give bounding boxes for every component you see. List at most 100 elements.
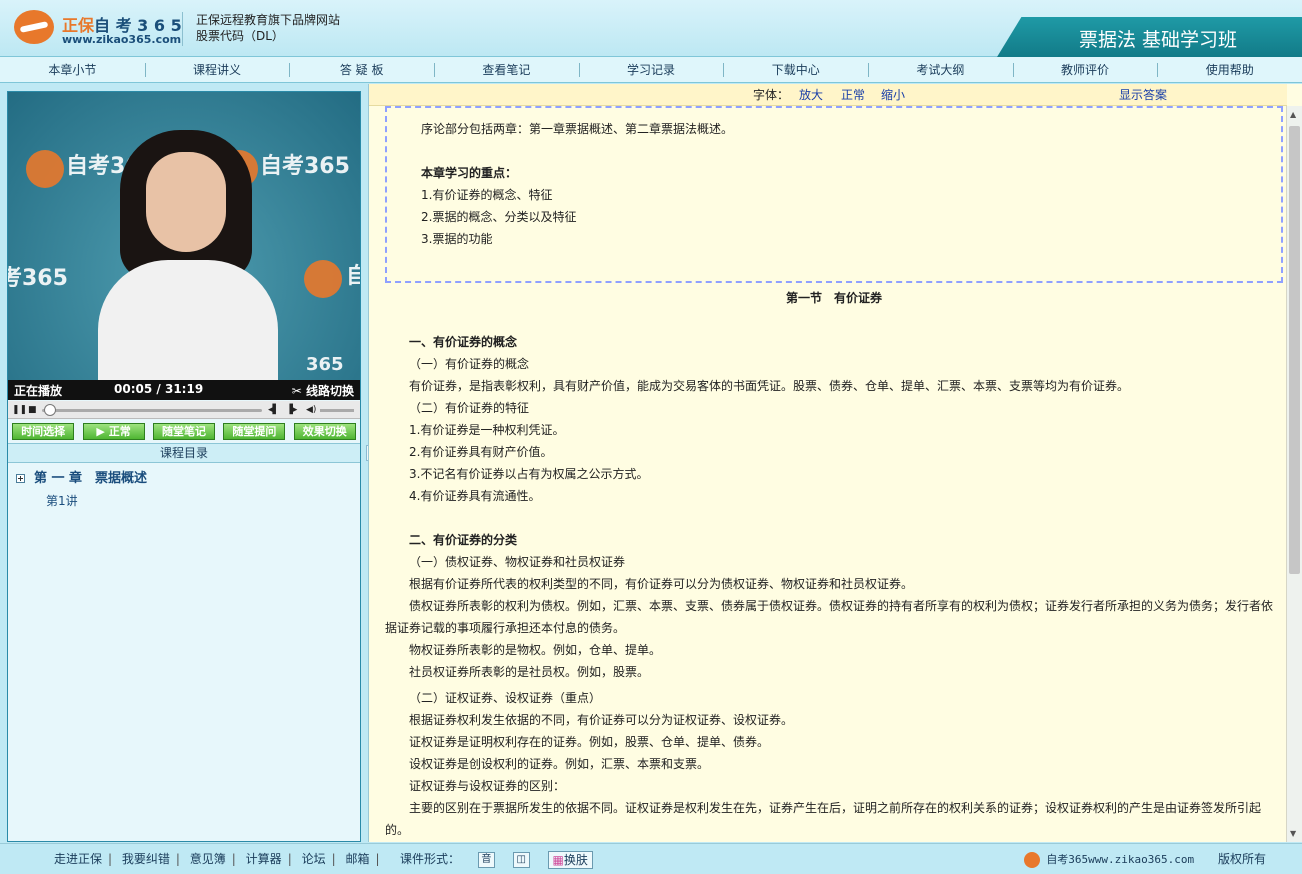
playback-status: 正在播放 (14, 384, 63, 398)
nav-study-records[interactable]: 学习记录 (578, 57, 724, 82)
progress-track[interactable] (42, 409, 262, 412)
tagline-line1: 正保远程教育旗下品牌网站 (196, 13, 341, 27)
volume-slider[interactable] (320, 409, 354, 412)
footer-right: 自考365www.zikao365.com 版权所有 (1024, 844, 1266, 874)
nav-teacher-review[interactable]: 教师评价 (1012, 57, 1158, 82)
show-answer-link[interactable]: 显示答案 (1119, 84, 1167, 106)
watermark-logo-icon (26, 150, 64, 188)
course-title: 票据法 基础学习班 (1079, 29, 1238, 51)
site-logo[interactable]: 正保自 考 3 6 5 www.zikao365.com (14, 8, 184, 48)
list-item: 2.有价证券具有财产价值。 (409, 445, 553, 459)
catalog-chapter[interactable]: 第 一 章 票据概述 (8, 468, 360, 490)
skin-grid-icon: ▦ (552, 852, 564, 867)
subheading: （二）有价证券的特征 (409, 401, 530, 415)
subheading: （一）有价证券的概念 (409, 357, 530, 371)
catalog-title: 课程目录 (8, 443, 360, 463)
tagline-line2: 股票代码（DL） (196, 29, 284, 43)
focus-item: 1.有价证券的概念、特征 (421, 188, 553, 202)
paragraph: 设权证券是创设权利的证券。例如，汇票、本票和支票。 (409, 757, 710, 771)
nav-chapter-summary[interactable]: 本章小节 (0, 57, 145, 82)
footer-link-calculator[interactable]: 计算器 (246, 852, 282, 866)
chapter-label: 第 一 章 票据概述 (34, 471, 148, 486)
paragraph: 根据有价证券所代表的权利类型的不同，有价证券可以分为债权证券、物权证券和社员权证… (409, 577, 914, 591)
nav-help[interactable]: 使用帮助 (1157, 57, 1302, 82)
paragraph: 社员权证券所表彰的是社员权。例如，股票。 (409, 665, 650, 679)
paragraph: 证权证券是证明权利存在的证券。例如，股票、仓单、提单、债券。 (409, 735, 770, 749)
site-footer: 走进正保 | 我要纠错 | 意见簿 | 计算器 | 论坛 | 邮箱 | 课件形式： 音 ◫ … (0, 843, 1302, 874)
nav-qa-board[interactable]: 答 疑 板 (289, 57, 434, 82)
header-tagline: 正保远程教育旗下品牌网站 股票代码（DL） (196, 12, 340, 44)
footer-link-mail[interactable]: 邮箱 (345, 852, 369, 866)
course-title-banner: 票据法 基础学习班 (997, 17, 1302, 57)
class-notes-button[interactable]: 随堂笔记 (152, 422, 215, 440)
catalog-tree: 第 一 章 票据概述 第1讲 (8, 468, 360, 512)
video-status-bar: 正在播放 00:05 / 31:19 ✂ 线路切换 (8, 380, 360, 400)
expand-icon[interactable] (16, 474, 25, 483)
scroll-up-icon[interactable]: ▲ (1290, 110, 1296, 119)
font-larger-link[interactable]: 放大 (799, 84, 823, 106)
paragraph: 根据证券权利发生依据的不同，有价证券可以分为证权证券、设权证券。 (409, 713, 794, 727)
heading: 一、有价证券的概念 (409, 335, 518, 349)
paragraph: 物权证券所表彰的是物权。例如，仓单、提单。 (409, 643, 662, 657)
section-title: 第一节 有价证券 (785, 291, 882, 305)
footer-link-report-error[interactable]: 我要纠错 (122, 852, 170, 866)
courseware-format: 课件形式： 音 ◫ ▦换肤 (400, 844, 593, 874)
left-panel: 自考365 自考365 考365 自 365 正在播放 00:05 / 31:1… (7, 91, 361, 842)
site-logo-icon (1024, 851, 1041, 868)
font-smaller-link[interactable]: 缩小 (881, 84, 905, 106)
audio-mode-icon[interactable]: 音 (477, 851, 495, 868)
nav-view-notes[interactable]: 查看笔记 (434, 57, 579, 82)
paragraph: 债权证券所表彰的权利为债权。例如，汇票、本票、支票、债券属于债权证券。债权证券的… (385, 599, 1274, 635)
courseware-label: 课件形式： (400, 852, 461, 866)
heading: 二、有价证券的分类 (409, 533, 518, 547)
subheading: （二）证权证券、设权证券（重点） (409, 691, 602, 705)
stop-icon[interactable]: ■ (28, 404, 37, 416)
paragraph: 主要的区别在于票据所发生的依据不同。证权证券是权利发生在先，证券产生在后，证明之… (385, 801, 1262, 837)
progress-knob[interactable] (44, 404, 56, 416)
scroll-thumb[interactable] (1289, 126, 1300, 574)
normal-speed-button[interactable]: ▶ 正常 (82, 422, 145, 440)
video-player[interactable]: 自考365 自考365 考365 自 365 正在播放 00:05 / 31:1… (8, 92, 360, 400)
effect-switch-button[interactable]: 效果切换 (293, 422, 356, 440)
time-select-button[interactable]: 时间选择 (12, 422, 75, 440)
focus-item: 2.票据的概念、分类以及特征 (421, 210, 577, 224)
main-nav: 本章小节 课程讲义 答 疑 板 查看笔记 学习记录 下载中心 考试大纲 教师评价… (0, 57, 1302, 83)
watermark-text: 365 (306, 354, 344, 375)
footer-site[interactable]: 自考365www.zikao365.com (1046, 853, 1194, 866)
player-button-row: 时间选择 ▶ 正常 随堂笔记 随堂提问 效果切换 (8, 420, 360, 442)
volume-icon[interactable]: ◀) (306, 404, 316, 416)
header-divider (182, 12, 183, 46)
font-normal-link[interactable]: 正常 (841, 84, 865, 106)
player-controls: ❚❚ ■ ◂▌ ▐▸ ◀) (8, 401, 360, 419)
footer-link-about[interactable]: 走进正保 (54, 852, 102, 866)
intro-box: 序论部分包括两章：第一章票据概述、第二章票据法概述。 本章学习的重点： 1.有价… (385, 106, 1283, 283)
logo-mark-icon (14, 10, 54, 44)
focus-item: 3.票据的功能 (421, 232, 493, 246)
nav-exam-syllabus[interactable]: 考试大纲 (868, 57, 1013, 82)
content-scrollbar[interactable]: ▲ ▼ (1286, 106, 1302, 842)
site-header: 正保自 考 3 6 5 www.zikao365.com 正保远程教育旗下品牌网… (0, 0, 1302, 57)
footer-link-forum[interactable]: 论坛 (302, 852, 326, 866)
intro-text: 序论部分包括两章：第一章票据概述、第二章票据法概述。 (421, 122, 734, 136)
subheading: （一）债权证券、物权证券和社员权证券 (409, 555, 626, 569)
paragraph: 证权证券与设权证券的区别： (409, 779, 566, 793)
rewind-icon[interactable]: ◂▌ (268, 404, 279, 416)
watermark-logo-icon (304, 260, 342, 298)
layout-mode-icon[interactable]: ◫ (512, 851, 530, 868)
font-toolbar: 字体： 放大 正常 缩小 显示答案 (369, 84, 1287, 106)
nav-lecture-notes[interactable]: 课程讲义 (144, 57, 290, 82)
catalog-lesson[interactable]: 第1讲 (8, 490, 360, 512)
switch-line-button[interactable]: ✂ 线路切换 (292, 382, 354, 399)
presenter-figure (98, 130, 278, 390)
font-label: 字体： (753, 88, 790, 102)
nav-download-center[interactable]: 下载中心 (723, 57, 868, 82)
forward-icon[interactable]: ▐▸ (286, 404, 297, 416)
focus-title: 本章学习的重点： (421, 166, 518, 180)
pause-icon[interactable]: ❚❚ (12, 404, 27, 416)
scroll-down-icon[interactable]: ▼ (1290, 829, 1296, 838)
footer-link-feedback[interactable]: 意见簿 (190, 852, 226, 866)
logo-url: www.zikao365.com (62, 33, 182, 46)
class-question-button[interactable]: 随堂提问 (223, 422, 286, 440)
lecture-content: 序论部分包括两章：第一章票据概述、第二章票据法概述。 本章学习的重点： 1.有价… (385, 106, 1283, 842)
change-skin-button[interactable]: ▦换肤 (547, 850, 593, 869)
